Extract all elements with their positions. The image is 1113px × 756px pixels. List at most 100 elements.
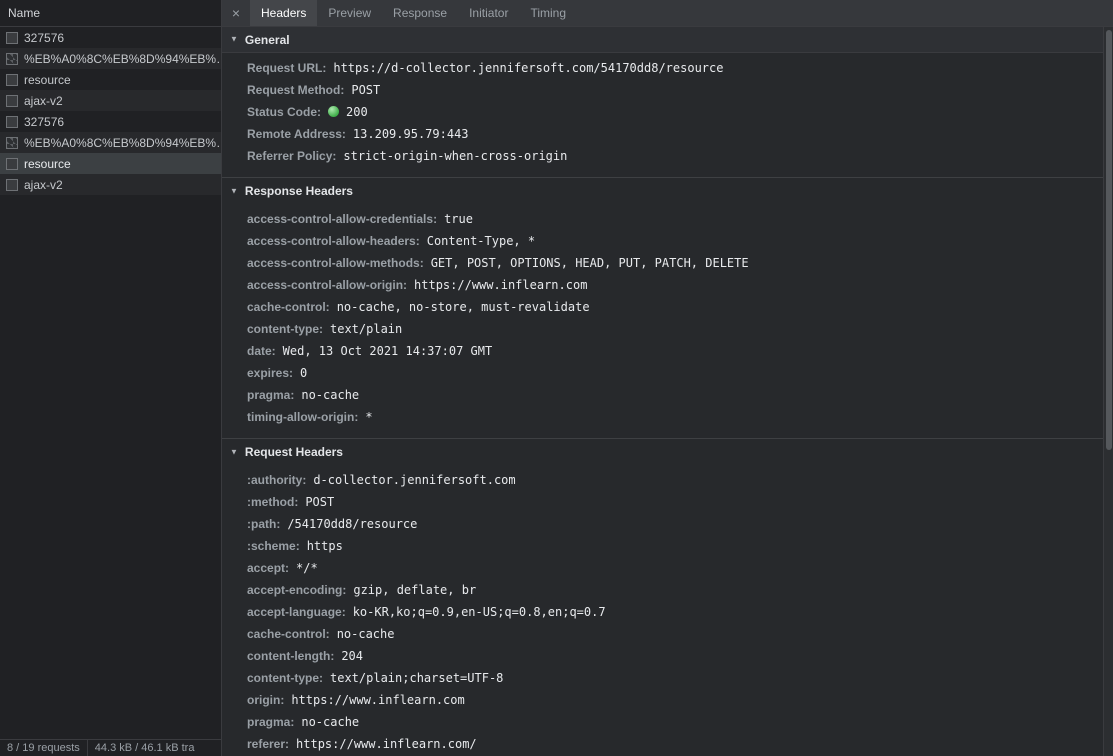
header-name: Request URL: xyxy=(247,61,327,75)
file-icon xyxy=(6,31,18,44)
section-request-headers: ▼ Request Headers :authority: d-collector.j… xyxy=(222,438,1113,756)
request-row[interactable]: ajax-v2 xyxy=(0,90,221,111)
file-icon xyxy=(6,115,18,128)
header-name: content-type: xyxy=(247,671,323,685)
request-name: ajax-v2 xyxy=(24,177,63,192)
request-detail-pane: × Headers Preview Response Initiator Timing … xyxy=(222,0,1113,756)
header-row: accept: */* xyxy=(222,557,1101,579)
header-row: content-type: text/plain xyxy=(222,318,1101,340)
section-toggle-request-headers[interactable]: ▼ Request Headers xyxy=(222,439,1101,465)
request-row[interactable]: 327576 xyxy=(0,27,221,48)
header-name: access-control-allow-headers: xyxy=(247,234,420,248)
section-title: Request Headers xyxy=(244,445,343,459)
request-row[interactable]: resource xyxy=(0,69,221,90)
header-row: :path: /54170dd8/resource xyxy=(222,513,1101,535)
header-row: Remote Address: 13.209.95.79:443 xyxy=(222,123,1101,145)
header-row: accept-language: ko-KR,ko;q=0.9,en-US;q=0… xyxy=(222,601,1101,623)
triangle-down-icon: ▼ xyxy=(230,447,238,456)
header-value: d-collector.jennifersoft.com xyxy=(313,473,516,487)
tab-preview[interactable]: Preview xyxy=(317,0,382,26)
header-row: :authority: d-collector.jennifersoft.com xyxy=(222,469,1101,491)
header-name: pragma: xyxy=(247,715,295,729)
header-row: Request Method: POST xyxy=(222,79,1101,101)
file-icon xyxy=(6,157,18,170)
header-name: :method: xyxy=(247,495,299,509)
header-value: /54170dd8/resource xyxy=(287,517,418,531)
header-name: date: xyxy=(247,344,276,358)
request-row[interactable]: %EB%A0%8C%EB%8D%94%EB%… xyxy=(0,132,221,153)
header-row: Status Code: 200 xyxy=(222,101,1101,123)
tab-initiator[interactable]: Initiator xyxy=(458,0,519,26)
request-row[interactable]: resource xyxy=(0,153,221,174)
header-value: * xyxy=(365,410,373,424)
request-list-pane: Name 327576 %EB%A0%8C%EB%8D%94%EB%… resour… xyxy=(0,0,222,756)
header-name: referer: xyxy=(247,737,290,751)
header-value: text/plain;charset=UTF-8 xyxy=(330,671,504,685)
header-row: cache-control: no-cache xyxy=(222,623,1101,645)
header-value: 204 xyxy=(341,649,364,663)
header-rows: :authority: d-collector.jennifersoft.com:… xyxy=(222,465,1101,756)
tab-timing[interactable]: Timing xyxy=(519,0,577,26)
request-name: resource xyxy=(24,156,71,171)
header-name: access-control-allow-origin: xyxy=(247,278,408,292)
header-value: Wed, 13 Oct 2021 14:37:07 GMT xyxy=(282,344,493,358)
request-name: 327576 xyxy=(24,30,65,45)
header-name: accept-language: xyxy=(247,605,346,619)
header-row: access-control-allow-headers: Content-Typ… xyxy=(222,230,1101,252)
section-toggle-general[interactable]: ▼ General xyxy=(222,27,1113,53)
network-status-bar: 8 / 19 requests 44.3 kB / 46.1 kB tra xyxy=(0,739,221,756)
request-name: %EB%A0%8C%EB%8D%94%EB%… xyxy=(24,135,221,150)
request-name: %EB%A0%8C%EB%8D%94%EB%… xyxy=(24,51,221,66)
header-name: cache-control: xyxy=(247,300,330,314)
header-row: expires: 0 xyxy=(222,362,1101,384)
request-row[interactable]: 327576 xyxy=(0,111,221,132)
header-name: accept: xyxy=(247,561,290,575)
header-value: 13.209.95.79:443 xyxy=(352,127,469,141)
request-list: 327576 %EB%A0%8C%EB%8D%94%EB%… resource aja… xyxy=(0,27,221,739)
header-row: Referrer Policy: strict-origin-when-cross… xyxy=(222,145,1101,167)
header-name: accept-encoding: xyxy=(247,583,347,597)
header-row: date: Wed, 13 Oct 2021 14:37:07 GMT xyxy=(222,340,1101,362)
header-name: Remote Address: xyxy=(247,127,346,141)
header-row: accept-encoding: gzip, deflate, br xyxy=(222,579,1101,601)
triangle-down-icon: ▼ xyxy=(230,186,238,195)
detail-tab-bar: × Headers Preview Response Initiator Timing xyxy=(222,0,1113,27)
header-value: https://d-collector.jennifersoft.com/541… xyxy=(333,61,724,75)
name-column-header[interactable]: Name xyxy=(0,0,221,27)
header-row: pragma: no-cache xyxy=(222,711,1101,733)
header-value: gzip, deflate, br xyxy=(353,583,477,597)
header-name: timing-allow-origin: xyxy=(247,410,359,424)
header-value: https xyxy=(306,539,343,553)
header-name: :scheme: xyxy=(247,539,300,553)
section-title: Response Headers xyxy=(244,184,353,198)
image-icon xyxy=(6,52,18,65)
header-name: access-control-allow-credentials: xyxy=(247,212,438,226)
header-rows: Request URL: https://d-collector.jennifer… xyxy=(222,53,1101,167)
section-toggle-response-headers[interactable]: ▼ Response Headers xyxy=(222,178,1101,204)
tab-response[interactable]: Response xyxy=(382,0,458,26)
header-name: content-length: xyxy=(247,649,335,663)
header-name: pragma: xyxy=(247,388,295,402)
header-value: no-cache xyxy=(301,715,360,729)
request-name: 327576 xyxy=(24,114,65,129)
tab-headers[interactable]: Headers xyxy=(250,0,318,26)
header-row: pragma: no-cache xyxy=(222,384,1101,406)
header-row: access-control-allow-credentials: true xyxy=(222,208,1101,230)
header-value: true xyxy=(444,212,473,226)
header-name: access-control-allow-methods: xyxy=(247,256,424,270)
header-rows: access-control-allow-credentials: true acc… xyxy=(222,204,1101,428)
header-value: GET, POST, OPTIONS, HEAD, PUT, PATCH, DE… xyxy=(430,256,749,270)
scrollbar-thumb[interactable] xyxy=(1106,30,1112,450)
status-ok-icon xyxy=(328,106,340,118)
header-row: referer: https://www.inflearn.com/ xyxy=(222,733,1101,755)
vertical-scrollbar[interactable] xyxy=(1103,27,1113,756)
header-value: text/plain xyxy=(330,322,403,336)
header-name: :authority: xyxy=(247,473,307,487)
devtools-network-panel: Name 327576 %EB%A0%8C%EB%8D%94%EB%… resour… xyxy=(0,0,1113,756)
request-row[interactable]: ajax-v2 xyxy=(0,174,221,195)
triangle-down-icon: ▼ xyxy=(230,34,238,44)
request-name: ajax-v2 xyxy=(24,93,63,108)
header-value: 0 xyxy=(300,366,308,380)
close-icon[interactable]: × xyxy=(222,0,250,26)
request-row[interactable]: %EB%A0%8C%EB%8D%94%EB%… xyxy=(0,48,221,69)
